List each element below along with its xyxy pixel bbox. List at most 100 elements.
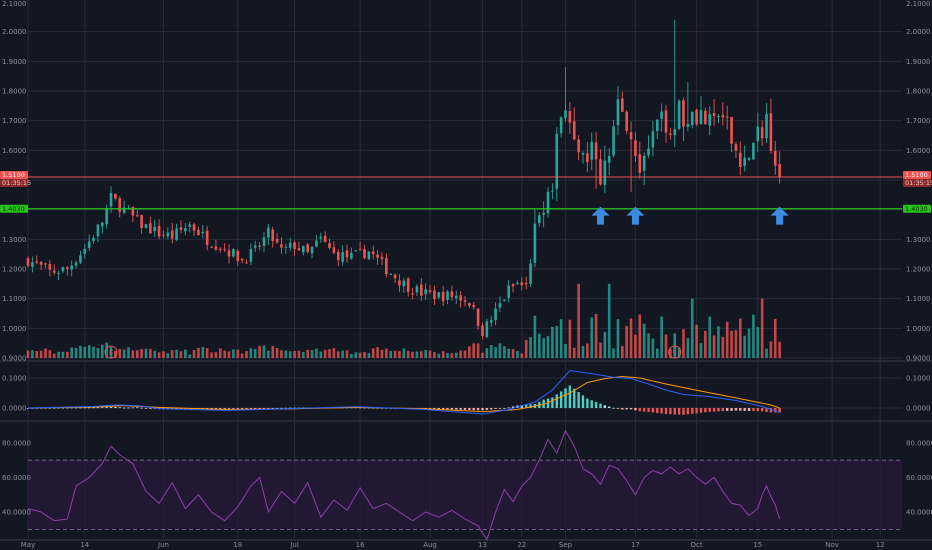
candle-body <box>201 231 205 234</box>
volume-bar <box>127 347 130 358</box>
candle-body <box>345 250 349 258</box>
candle-body <box>144 224 148 228</box>
volume-bar <box>205 348 209 358</box>
macd-histogram-bar <box>249 408 253 409</box>
candle-body <box>293 242 296 249</box>
price-tick-label-left: 1.8000 <box>2 88 27 96</box>
candle-body <box>459 295 462 301</box>
macd-histogram-bar <box>686 408 690 415</box>
macd-histogram-bar <box>760 408 764 412</box>
volume-bar <box>188 354 191 358</box>
volume-bar <box>660 316 663 358</box>
candle-body <box>66 267 69 269</box>
volume-bar <box>699 343 703 358</box>
candle-body <box>634 140 637 156</box>
volume-bar <box>695 324 698 358</box>
macd-histogram-bar <box>118 407 121 409</box>
volume-bar <box>537 333 541 358</box>
volume-bar <box>175 349 178 358</box>
volume-bar <box>734 330 738 358</box>
volume-bar <box>516 351 519 358</box>
volume-bar <box>559 319 563 358</box>
candle-body <box>494 308 497 321</box>
volume-bar <box>144 348 148 358</box>
volume-bar <box>625 325 628 358</box>
candle-body <box>336 251 340 261</box>
candle-body <box>354 250 358 252</box>
volume-bar <box>52 353 56 358</box>
volume-bar <box>48 350 52 358</box>
candle-body <box>131 206 135 216</box>
candle-body <box>302 246 305 253</box>
volume-bar <box>621 345 624 358</box>
candle-body <box>433 290 436 299</box>
volume-bar <box>586 343 589 358</box>
volume-bar <box>638 314 642 358</box>
volume-bar <box>184 349 187 358</box>
candle-body <box>236 250 240 262</box>
volume-bar <box>249 348 253 358</box>
volume-bar <box>293 350 296 358</box>
candle-body <box>704 110 707 125</box>
volume-bar <box>546 335 550 358</box>
candle-body <box>48 263 52 270</box>
volume-bar <box>503 346 506 358</box>
time-tick-label: 18 <box>233 541 242 549</box>
volume-bar <box>459 350 462 358</box>
candle-body <box>284 246 288 248</box>
macd-histogram-bar <box>673 408 676 415</box>
volume-bar <box>511 349 515 358</box>
volume-bar <box>341 350 344 358</box>
candle-body <box>179 227 183 230</box>
volume-bar <box>712 335 716 358</box>
candle-body <box>769 113 773 151</box>
candle-body <box>415 286 419 293</box>
candle-body <box>100 222 104 227</box>
volume-bar <box>424 349 427 358</box>
price-tick-label-right: 1.9000 <box>906 58 931 66</box>
volume-bar <box>752 314 755 358</box>
candle-body <box>210 246 213 248</box>
candle-body <box>380 256 384 260</box>
macd-histogram-bar <box>603 405 607 408</box>
candle-body <box>485 321 489 338</box>
volume-bar <box>498 343 502 358</box>
candle-body <box>734 144 738 151</box>
macd-histogram-bar <box>586 398 589 408</box>
rsi-tick-label-left: 40.0000 <box>2 509 31 517</box>
candle-body <box>765 113 768 139</box>
candle-body <box>26 258 30 267</box>
macd-histogram-bar <box>149 408 152 409</box>
candle-body <box>489 320 493 323</box>
candle-body <box>721 114 725 118</box>
time-tick-label: Jul <box>289 541 299 549</box>
volume-bar <box>310 350 314 358</box>
earnings-marker-label: E <box>109 349 113 357</box>
support-price-tag-right: 1.4030 <box>905 205 928 213</box>
macd-histogram-bar <box>651 408 655 413</box>
macd-histogram-bar <box>717 408 720 412</box>
candle-body <box>411 293 414 295</box>
volume-bar <box>83 346 87 358</box>
price-tick-label-right: 1.6000 <box>906 147 931 155</box>
candle-body <box>664 110 668 133</box>
volume-bar <box>131 350 135 358</box>
volume-bar <box>74 347 78 358</box>
candle-body <box>468 303 471 306</box>
macd-histogram-bar <box>743 408 746 411</box>
volume-bar <box>367 353 371 358</box>
macd-histogram-bar <box>712 408 716 412</box>
volume-bar <box>642 323 646 358</box>
volume-bar <box>489 345 493 358</box>
volume-bar <box>778 341 781 358</box>
macd-histogram-bar <box>101 407 104 409</box>
volume-bar <box>433 352 436 358</box>
macd-tick-label-right: 0.1000 <box>906 375 931 383</box>
macd-histogram-bar <box>559 391 563 408</box>
candle-body <box>529 263 532 284</box>
volume-bar <box>162 351 165 358</box>
macd-histogram-bar <box>441 408 445 410</box>
volume-bar <box>31 350 34 358</box>
volume-bar <box>463 350 467 358</box>
time-tick-label: Aug <box>423 541 437 549</box>
